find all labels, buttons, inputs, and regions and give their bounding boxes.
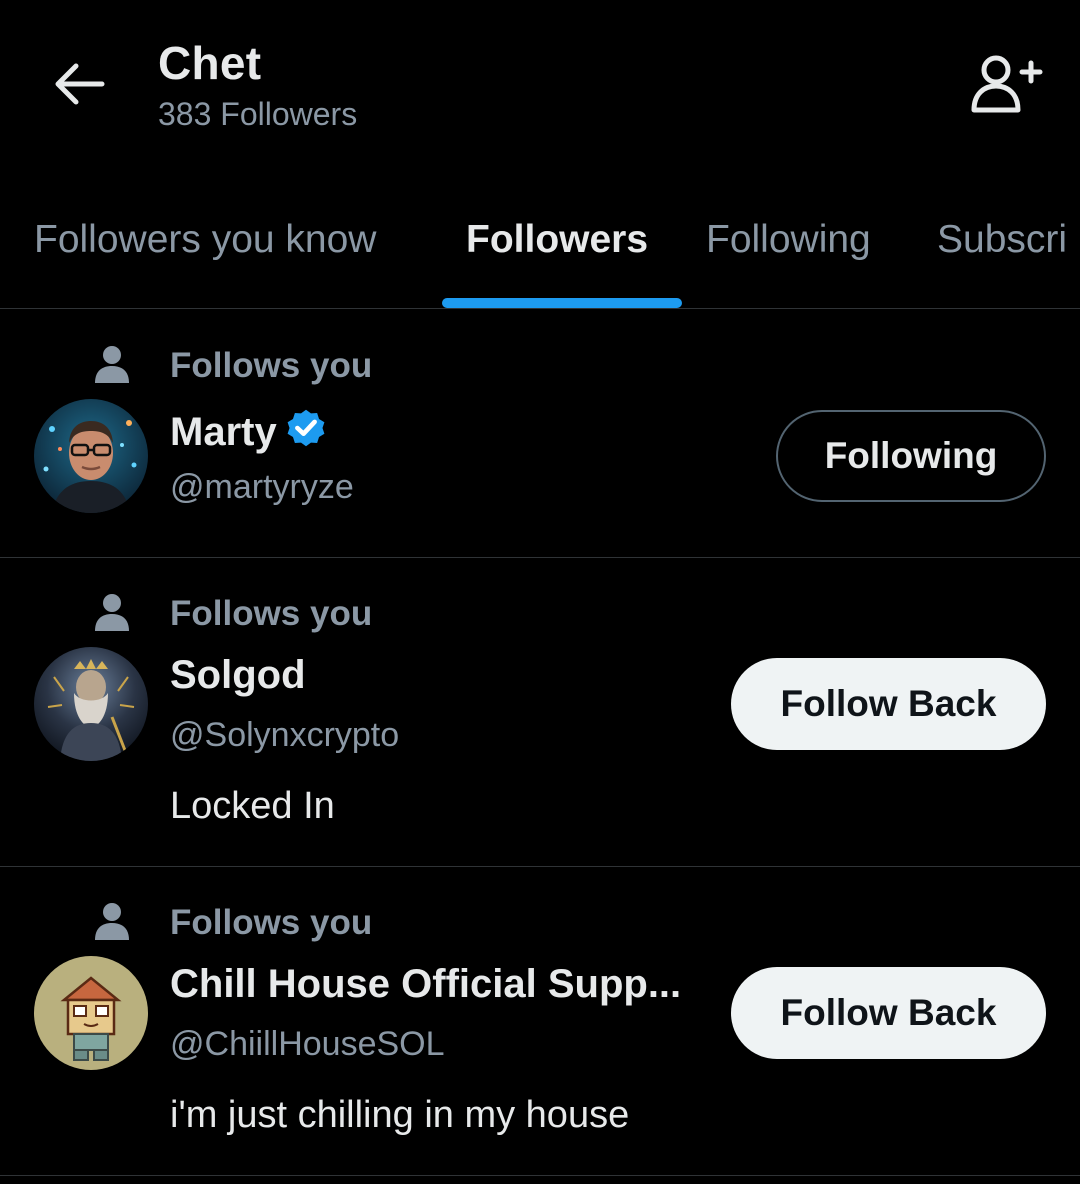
tab-bar: Followers you know Followers Following S… bbox=[0, 190, 1080, 309]
user-bio: Locked In bbox=[170, 785, 335, 827]
active-tab-indicator bbox=[442, 298, 682, 308]
tab-subscriptions[interactable]: Subscri bbox=[937, 218, 1067, 262]
person-icon bbox=[95, 903, 129, 940]
arrow-left-icon bbox=[55, 63, 105, 105]
user-name[interactable]: Solgod bbox=[170, 653, 306, 698]
tab-following[interactable]: Following bbox=[706, 218, 871, 262]
avatar[interactable] bbox=[34, 647, 148, 761]
user-row[interactable]: Follows you Chill House Official Supp...… bbox=[0, 866, 1080, 1176]
follows-you-label: Follows you bbox=[170, 594, 373, 633]
follow-back-button[interactable]: Follow Back bbox=[731, 967, 1046, 1059]
profile-name: Chet bbox=[158, 37, 262, 89]
verified-badge-icon bbox=[287, 409, 325, 447]
user-name-text: Marty bbox=[170, 410, 277, 454]
user-handle[interactable]: @Solynxcrypto bbox=[170, 716, 399, 755]
add-user-icon bbox=[971, 55, 1043, 113]
follows-you-label: Follows you bbox=[170, 903, 373, 942]
followers-count: 383 Followers bbox=[158, 96, 358, 132]
user-row[interactable]: Follows you Marty @martyryze Following bbox=[0, 309, 1080, 558]
top-bar: Chet 383 Followers bbox=[0, 0, 1080, 180]
user-handle[interactable]: @martyryze bbox=[170, 468, 354, 507]
user-name[interactable]: Marty bbox=[170, 405, 329, 455]
user-bio: i'm just chilling in my house bbox=[170, 1094, 630, 1136]
avatar[interactable] bbox=[34, 399, 148, 513]
person-icon bbox=[95, 594, 129, 631]
tab-followers-you-know[interactable]: Followers you know bbox=[34, 218, 376, 262]
following-button[interactable]: Following bbox=[776, 410, 1046, 502]
user-handle[interactable]: @ChiillHouseSOL bbox=[170, 1025, 445, 1064]
user-row[interactable]: Follows you Solgod @Solynxcrypto Locked … bbox=[0, 557, 1080, 867]
tab-followers[interactable]: Followers bbox=[466, 218, 648, 262]
person-icon bbox=[95, 346, 129, 383]
back-button[interactable] bbox=[48, 52, 112, 116]
user-name[interactable]: Chill House Official Supp... bbox=[170, 962, 681, 1007]
avatar[interactable] bbox=[34, 956, 148, 1070]
follow-back-button[interactable]: Follow Back bbox=[731, 658, 1046, 750]
follows-you-label: Follows you bbox=[170, 346, 373, 385]
add-user-button[interactable] bbox=[962, 50, 1046, 122]
